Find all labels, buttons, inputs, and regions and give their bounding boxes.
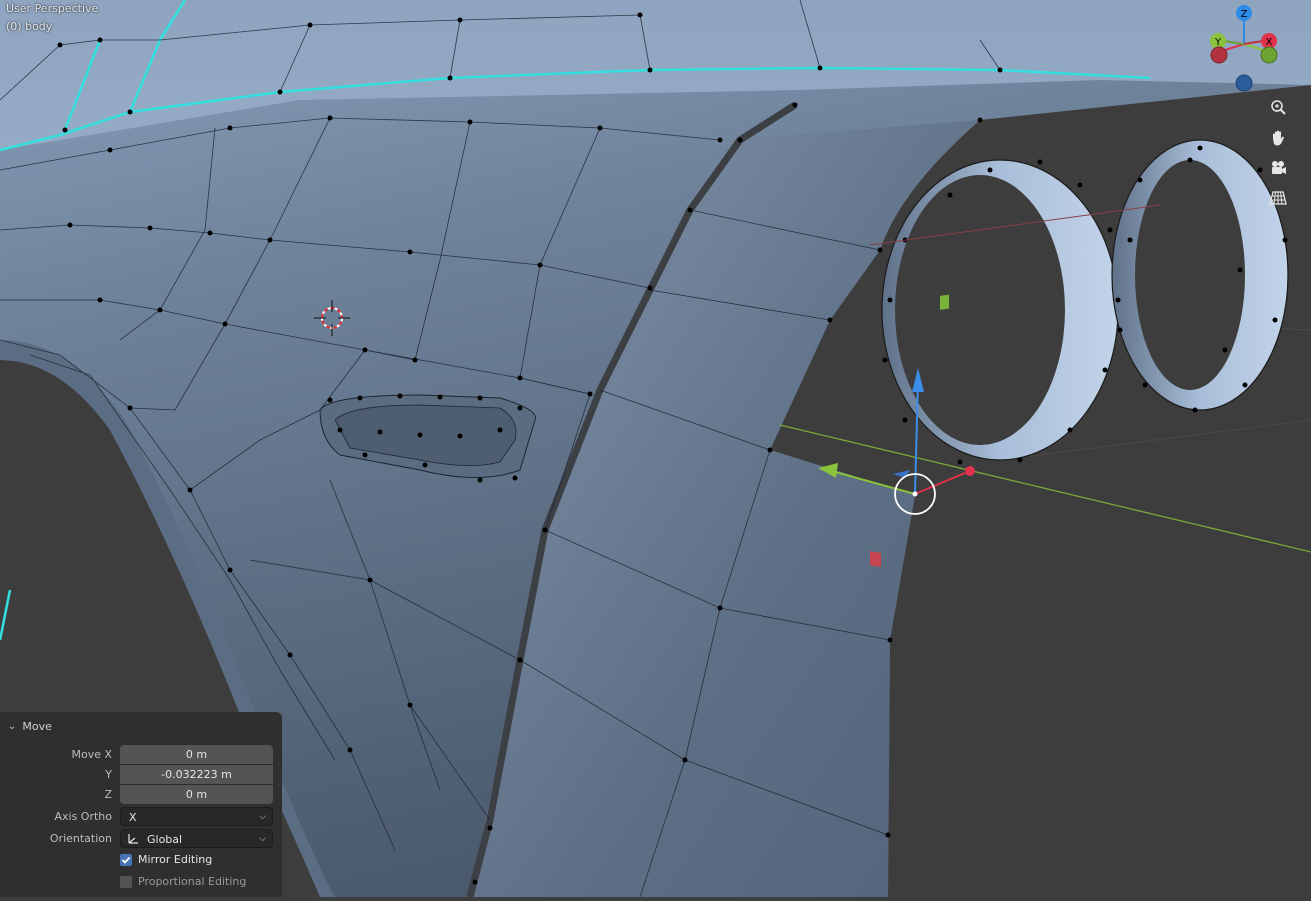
panel-title: Move [22,719,52,733]
panel-header[interactable]: ⌄ Move [8,718,52,734]
orientation-axes-icon [128,834,138,844]
mirror-editing-label: Mirror Editing [138,853,213,866]
move-y-label: Y [105,768,112,781]
move-x-field[interactable]: 0 m [120,745,273,764]
gizmo-x-label: X [1266,37,1273,48]
checkbox-unchecked-icon[interactable] [120,875,132,888]
proportional-editing-label: Proportional Editing [138,875,247,888]
adjust-last-operation-panel[interactable]: ⌄ Move Move X 0 m Y -0.032223 m Z 0 m Ax… [0,712,282,897]
move-z-field[interactable]: 0 m [120,785,273,804]
orientation-value: Global [147,833,183,846]
gizmo-y-label: Y [1214,37,1222,48]
chevron-down-icon: ⌵ [259,834,266,844]
chevron-down-icon[interactable]: ⌄ [8,721,16,732]
active-object-label: (0) body [6,20,53,33]
view-perspective-label: User Perspective [6,2,99,15]
axis-ortho-value: X [129,811,137,824]
axis-ortho-label: Axis Ortho [54,810,112,823]
move-x-label: Move X [71,748,112,761]
checkmark-icon[interactable] [120,853,132,866]
grid-icon[interactable] [1266,186,1290,210]
hand-pan-icon[interactable] [1266,126,1290,150]
navigation-gizmo[interactable]: Z Y X [1205,0,1311,230]
mirror-editing-checkbox[interactable]: Mirror Editing [120,853,212,866]
proportional-editing-checkbox[interactable]: Proportional Editing [120,875,246,888]
camera-icon[interactable] [1266,156,1290,180]
move-y-field[interactable]: -0.032223 m [120,765,273,784]
axis-ortho-select[interactable]: X ⌵ [120,807,273,826]
gizmo-z-label: Z [1241,9,1248,20]
move-z-label: Z [104,788,112,801]
orientation-label: Orientation [49,832,112,845]
chevron-down-icon: ⌵ [259,812,266,822]
orientation-select[interactable]: Global ⌵ [120,829,273,848]
axis-orientation-gizmo[interactable]: Z Y X [1205,0,1311,100]
zoom-icon[interactable] [1266,95,1290,119]
